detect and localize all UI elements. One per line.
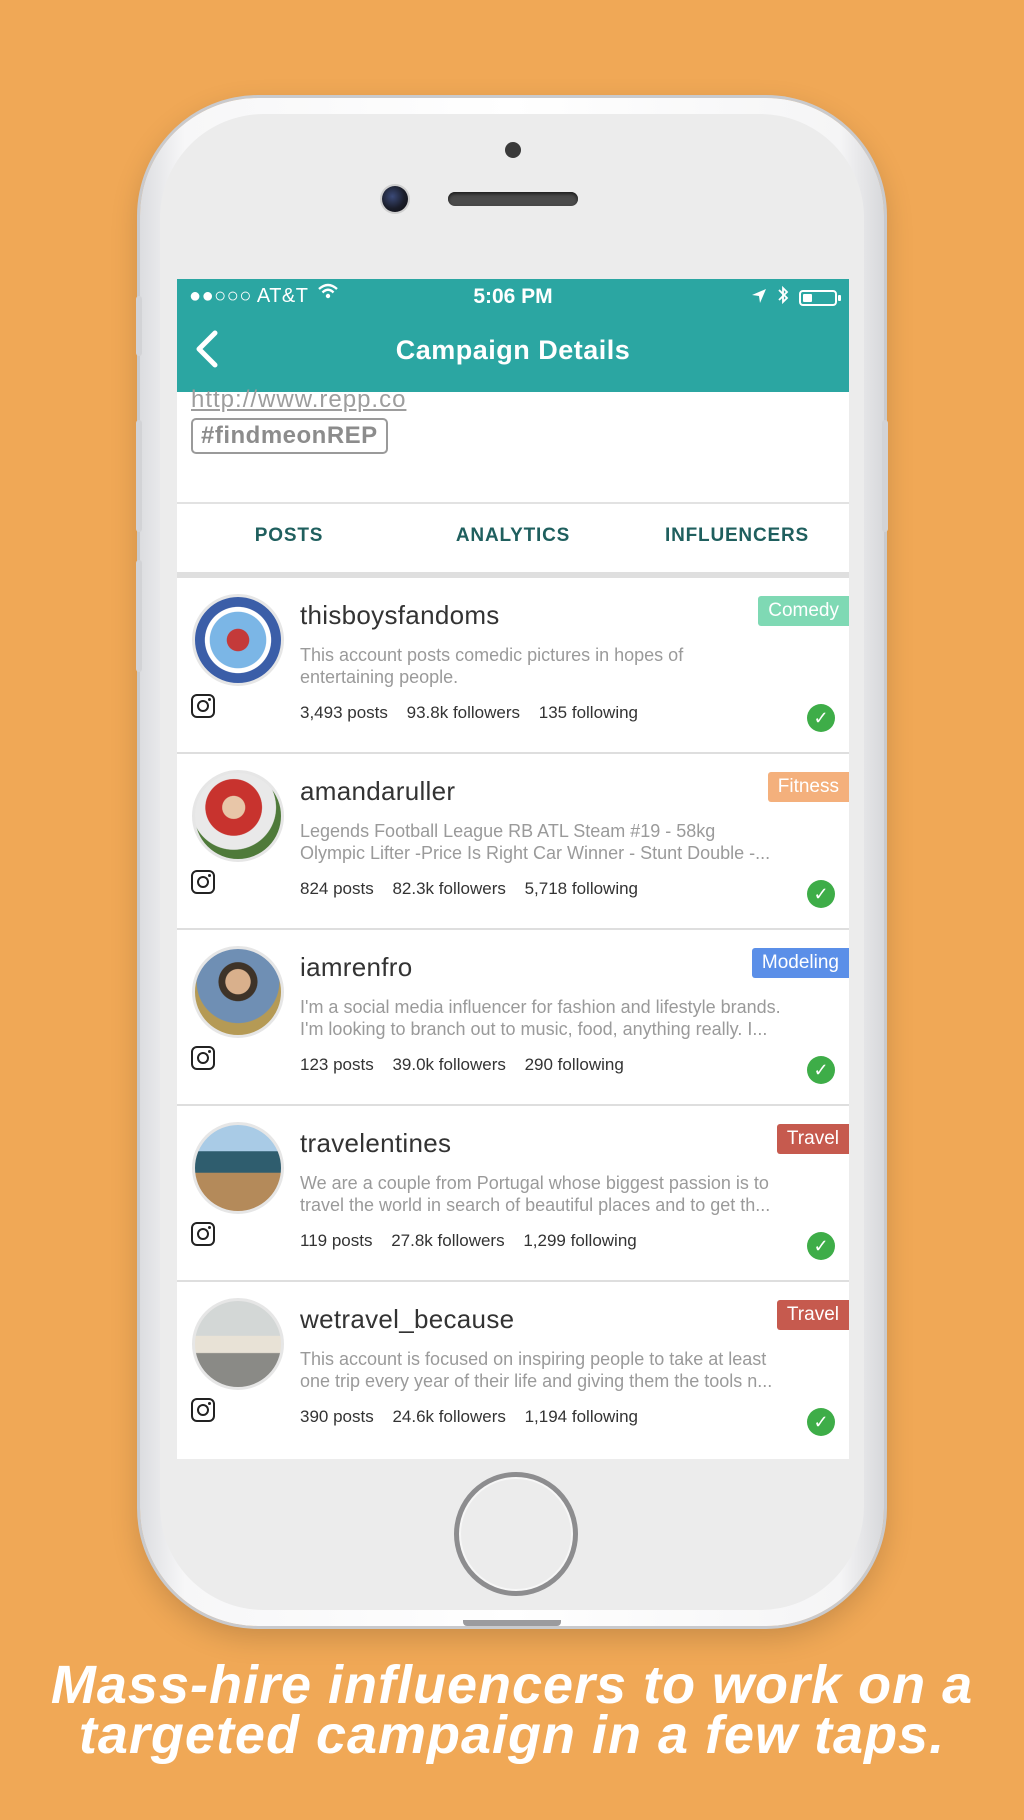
campaign-hashtag: #findmeonREP <box>191 418 388 454</box>
following-count: 290 following <box>524 1055 624 1074</box>
bio-line: I'm a social media influencer for fashio… <box>300 997 781 1017</box>
posts-count: 3,493 posts <box>300 703 388 722</box>
avatar[interactable] <box>192 1298 284 1390</box>
volume-up-button <box>136 420 142 532</box>
proximity-sensor <box>505 142 521 158</box>
volume-down-button <box>136 560 142 672</box>
selected-check-icon[interactable]: ✓ <box>807 880 835 908</box>
battery-fill <box>803 294 812 302</box>
tab-influencers[interactable]: INFLUENCERS <box>625 504 849 584</box>
instagram-icon <box>191 1046 215 1070</box>
following-count: 135 following <box>538 703 639 722</box>
earpiece-speaker <box>448 192 578 206</box>
front-camera <box>382 186 408 212</box>
followers-count: 93.8k followers <box>406 703 521 722</box>
followers-count: 39.0k followers <box>392 1055 506 1074</box>
selected-check-icon[interactable]: ✓ <box>807 1232 835 1260</box>
followers-count: 82.3k followers <box>392 879 506 898</box>
bio-line: We are a couple from Portugal whose bigg… <box>300 1173 769 1193</box>
bio-line: This account is focused on inspiring peo… <box>300 1349 767 1369</box>
marketing-tagline: Mass-hire influencers to work on a targe… <box>0 1655 1024 1765</box>
category-badge: Comedy <box>758 596 849 626</box>
influencer-handle[interactable]: iamrenfro <box>300 952 413 983</box>
bio-line: I'm looking to branch out to music, food… <box>300 1019 768 1039</box>
location-arrow-icon <box>751 287 767 310</box>
selected-check-icon[interactable]: ✓ <box>807 704 835 732</box>
influencer-list: thisboysfandoms Comedy This account post… <box>177 578 849 1458</box>
influencer-stats: 824 posts 82.3k followers 5,718 followin… <box>300 879 652 899</box>
posts-count: 390 posts <box>300 1407 374 1426</box>
influencer-row[interactable]: amandaruller Fitness Legends Football Le… <box>177 754 849 930</box>
influencer-row[interactable]: travelentines Travel We are a couple fro… <box>177 1106 849 1282</box>
page-title: Campaign Details <box>395 335 631 365</box>
tab-posts[interactable]: POSTS <box>177 504 401 578</box>
influencer-handle[interactable]: thisboysfandoms <box>300 600 500 631</box>
phone-bottom-edge <box>463 1620 561 1626</box>
following-count: 1,299 following <box>523 1231 637 1250</box>
bio-line: travel the world in search of beautiful … <box>300 1195 771 1215</box>
category-badge: Modeling <box>751 948 849 978</box>
bio-line: Legends Football League RB ATL Steam #19… <box>300 821 716 841</box>
influencer-row[interactable]: iamrenfro Modeling I'm a social media in… <box>177 930 849 1106</box>
category-badge: Travel <box>776 1300 849 1330</box>
posts-count: 824 posts <box>300 879 374 898</box>
instagram-icon <box>191 870 215 894</box>
app-screen: ●●○○○ AT&T 5:06 PM Campaign Details http… <box>177 279 849 1459</box>
influencer-row[interactable]: thisboysfandoms Comedy This account post… <box>177 578 849 754</box>
home-button[interactable] <box>454 1472 578 1596</box>
instagram-icon <box>191 1398 215 1422</box>
category-badge: Fitness <box>767 772 849 802</box>
instagram-icon <box>191 1222 215 1246</box>
tab-analytics[interactable]: ANALYTICS <box>401 504 625 578</box>
influencer-stats: 3,493 posts 93.8k followers 135 followin… <box>300 703 652 723</box>
influencer-bio: This account is focused on inspiring peo… <box>300 1348 830 1392</box>
status-bar: ●●○○○ AT&T 5:06 PM <box>177 279 849 317</box>
campaign-info: http://www.repp.co #findmeonREP <box>177 386 849 504</box>
status-time: 5:06 PM <box>473 285 553 308</box>
posts-count: 119 posts <box>300 1231 373 1250</box>
bio-line: one trip every year of their life and gi… <box>300 1371 773 1391</box>
following-count: 1,194 following <box>524 1407 639 1426</box>
influencer-bio: I'm a social media influencer for fashio… <box>300 996 830 1040</box>
power-button <box>882 420 888 532</box>
campaign-link[interactable]: http://www.repp.co <box>191 386 406 414</box>
instagram-icon <box>191 694 215 718</box>
tab-bar: POSTS ANALYTICS INFLUENCERS <box>177 504 849 584</box>
avatar[interactable] <box>192 594 284 686</box>
influencer-bio: This account posts comedic pictures in h… <box>300 644 830 688</box>
bluetooth-icon <box>777 285 789 311</box>
selected-check-icon[interactable]: ✓ <box>807 1056 835 1084</box>
app-bar: ●●○○○ AT&T 5:06 PM Campaign Details <box>177 279 849 392</box>
posts-count: 123 posts <box>300 1055 374 1074</box>
status-icons <box>751 285 841 311</box>
influencer-handle[interactable]: amandaruller <box>300 776 455 807</box>
followers-count: 27.8k followers <box>391 1231 505 1250</box>
avatar[interactable] <box>192 770 284 862</box>
avatar[interactable] <box>192 946 284 1038</box>
tagline-line: Mass-hire influencers to work on a <box>50 1655 974 1715</box>
mute-switch <box>136 296 142 356</box>
influencer-stats: 119 posts 27.8k followers 1,299 followin… <box>300 1231 651 1251</box>
bio-line: Olympic Lifter -Price Is Right Car Winne… <box>300 843 771 863</box>
bio-line: entertaining people. <box>300 667 459 687</box>
followers-count: 24.6k followers <box>392 1407 506 1426</box>
influencer-stats: 123 posts 39.0k followers 290 following <box>300 1055 638 1075</box>
influencer-row[interactable]: wetravel_because Travel This account is … <box>177 1282 849 1458</box>
avatar[interactable] <box>192 1122 284 1214</box>
influencer-bio: We are a couple from Portugal whose bigg… <box>300 1172 830 1216</box>
influencer-stats: 390 posts 24.6k followers 1,194 followin… <box>300 1407 652 1427</box>
battery-icon <box>799 290 841 306</box>
influencer-bio: Legends Football League RB ATL Steam #19… <box>300 820 830 864</box>
influencer-handle[interactable]: travelentines <box>300 1128 451 1159</box>
bio-line: This account posts comedic pictures in h… <box>300 645 684 665</box>
influencer-handle[interactable]: wetravel_because <box>300 1304 514 1335</box>
selected-check-icon[interactable]: ✓ <box>807 1408 835 1436</box>
tagline-line: targeted campaign in a few taps. <box>78 1705 946 1765</box>
following-count: 5,718 following <box>524 879 639 898</box>
category-badge: Travel <box>776 1124 849 1154</box>
